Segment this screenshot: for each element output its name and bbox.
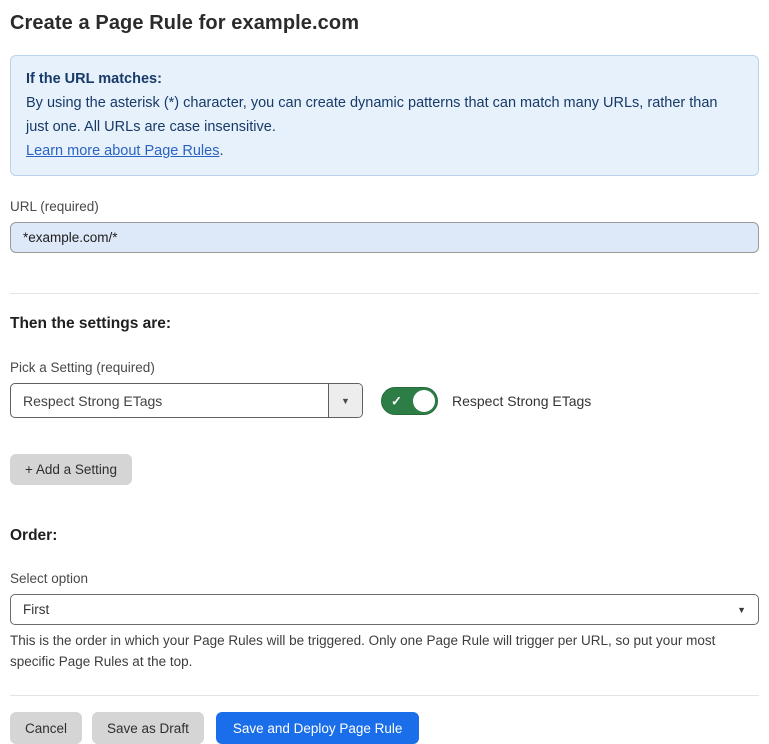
setting-toggle[interactable]: ✓ xyxy=(381,387,438,415)
order-help-text: This is the order in which your Page Rul… xyxy=(10,630,755,672)
url-match-info-box: If the URL matches: By using the asteris… xyxy=(10,55,759,176)
order-section-heading: Order: xyxy=(10,526,759,545)
toggle-knob xyxy=(413,390,435,412)
setting-dropdown-value: Respect Strong ETags xyxy=(11,384,328,417)
url-field-label: URL (required) xyxy=(10,199,759,215)
link-suffix: . xyxy=(219,143,223,159)
info-box-heading: If the URL matches: xyxy=(26,67,743,91)
url-input[interactable] xyxy=(10,222,759,253)
setting-row: Respect Strong ETags ▼ ✓ Respect Strong … xyxy=(10,383,759,418)
order-select[interactable]: First ▼ xyxy=(10,594,759,625)
add-setting-button[interactable]: + Add a Setting xyxy=(10,454,132,485)
save-draft-button[interactable]: Save as Draft xyxy=(92,712,204,744)
create-page-rule-panel: Create a Page Rule for example.com If th… xyxy=(0,0,769,744)
chevron-down-icon: ▼ xyxy=(737,605,746,615)
check-icon: ✓ xyxy=(391,394,402,407)
chevron-down-icon[interactable]: ▼ xyxy=(328,384,362,417)
footer-divider xyxy=(10,695,759,696)
learn-more-link[interactable]: Learn more about Page Rules xyxy=(26,143,219,159)
setting-dropdown[interactable]: Respect Strong ETags ▼ xyxy=(10,383,363,418)
order-select-label: Select option xyxy=(10,571,759,587)
settings-section-heading: Then the settings are: xyxy=(10,314,759,333)
page-title: Create a Page Rule for example.com xyxy=(10,10,759,36)
pick-setting-label: Pick a Setting (required) xyxy=(10,360,759,376)
info-box-body: By using the asterisk (*) character, you… xyxy=(26,91,743,139)
info-box-link-line: Learn more about Page Rules. xyxy=(26,139,743,163)
order-select-value: First xyxy=(23,602,49,617)
footer-button-row: Cancel Save as Draft Save and Deploy Pag… xyxy=(10,712,759,744)
cancel-button[interactable]: Cancel xyxy=(10,712,82,744)
toggle-label: Respect Strong ETags xyxy=(452,393,591,409)
save-deploy-button[interactable]: Save and Deploy Page Rule xyxy=(216,712,420,744)
section-divider xyxy=(10,293,759,294)
